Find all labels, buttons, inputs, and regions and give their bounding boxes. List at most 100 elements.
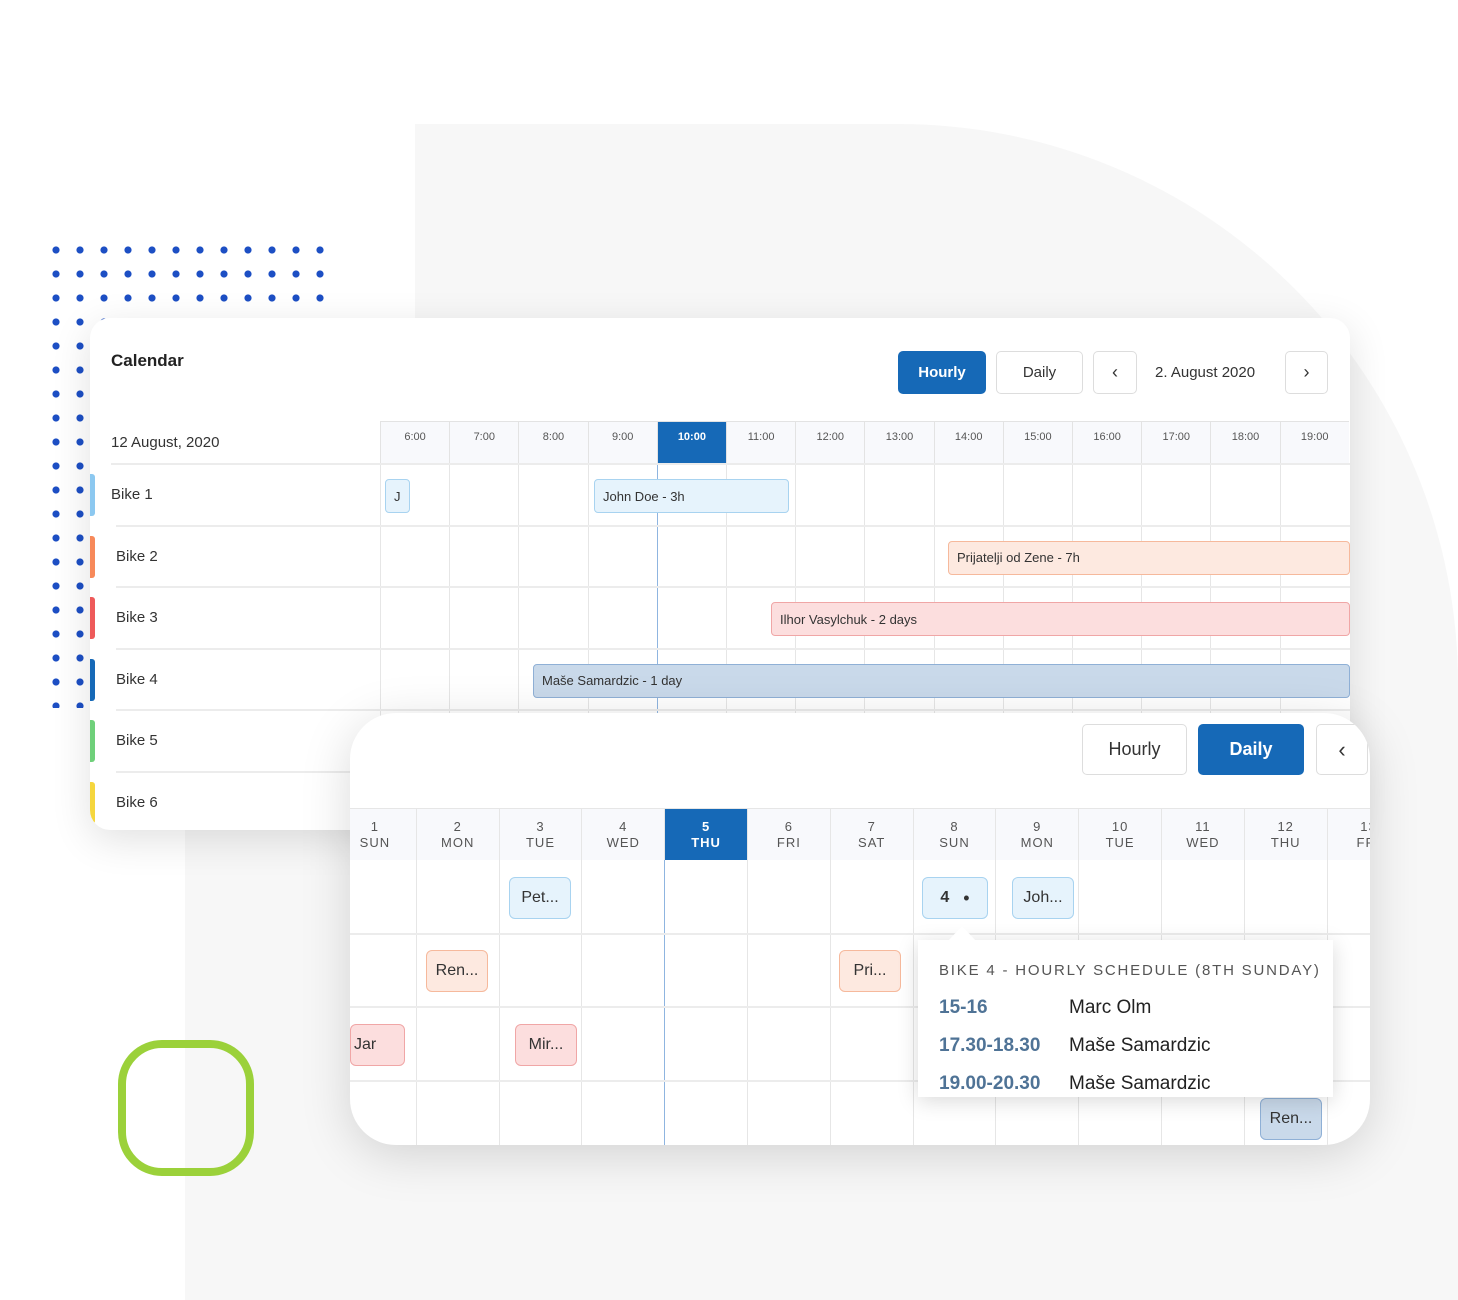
day-event[interactable]: Joh...	[1012, 877, 1074, 919]
day-event[interactable]: Pri...	[839, 950, 901, 992]
entry-time: 15-16	[939, 997, 988, 1018]
day-number: 8	[950, 819, 959, 834]
day-event[interactable]: 4 •	[922, 877, 988, 919]
daily-view-button[interactable]: Daily	[996, 351, 1083, 394]
day-of-week: SUN	[939, 835, 970, 850]
day-header-12[interactable]: 12 THU	[1243, 808, 1327, 860]
day-of-week: THU	[691, 835, 721, 850]
day-header-6[interactable]: 6 FRI	[747, 808, 830, 860]
day-number: 9	[1033, 819, 1042, 834]
booking-event[interactable]: John Doe - 3h	[594, 479, 789, 513]
next-period-button[interactable]: ›	[1285, 351, 1328, 394]
chevron-left-icon: ‹	[1338, 736, 1346, 762]
day-event[interactable]: Jar	[350, 1024, 405, 1066]
prev-period-button[interactable]: ‹	[1316, 724, 1368, 775]
day-number: 6	[784, 819, 794, 834]
hour-header-11:00: 11:00	[726, 421, 796, 464]
grid-line	[581, 860, 583, 1145]
day-header-5[interactable]: 5 THU	[664, 808, 747, 860]
day-event[interactable]: Ren...	[1260, 1098, 1322, 1140]
day-header-10[interactable]: 10 TUE	[1078, 808, 1161, 860]
row-label-bike-6[interactable]: Bike 6	[116, 794, 158, 811]
day-of-week: FRI	[776, 835, 801, 850]
day-of-week: MON	[1020, 835, 1054, 850]
booking-event[interactable]: Maše Samardzic - 1 day	[533, 663, 1350, 698]
day-number: 1	[370, 819, 380, 834]
day-header-4[interactable]: 4 WED	[581, 808, 665, 860]
row-color-indicator	[90, 720, 95, 762]
chevron-right-icon: ›	[1303, 362, 1310, 382]
row-label-bike-3[interactable]: Bike 3	[116, 609, 158, 626]
day-of-week: WED	[1186, 835, 1220, 850]
hourly-view-button[interactable]: Hourly	[1082, 724, 1187, 775]
schedule-entry: 19.00-20.30 Maše Samardzic	[939, 1065, 1333, 1103]
row-label-bike-4[interactable]: Bike 4	[116, 671, 158, 688]
hourly-view-button[interactable]: Hourly	[898, 351, 986, 394]
day-event[interactable]: Pet...	[509, 877, 571, 919]
entry-name: Marc Olm	[1069, 997, 1152, 1018]
row-divider	[116, 524, 1350, 527]
hour-header-6:00: 6:00	[380, 421, 450, 464]
hour-header-13:00: 13:00	[864, 421, 934, 464]
row-divider	[116, 647, 1350, 650]
day-of-week: FRI	[1356, 835, 1370, 850]
event-label: 4	[940, 889, 950, 906]
day-number: 2	[453, 819, 462, 834]
grid-line	[747, 860, 748, 1145]
row-label-bike-5[interactable]: Bike 5	[116, 732, 158, 749]
schedule-tooltip: BIKE 4 - HOURLY SCHEDULE (8TH SUNDAY) 15…	[918, 926, 1333, 1097]
day-header-11[interactable]: 11 WED	[1161, 808, 1244, 860]
grid-line	[912, 860, 914, 1145]
hour-header-7:00: 7:00	[449, 421, 519, 464]
row-color-indicator	[90, 474, 95, 516]
calendar-title: Calendar	[111, 351, 184, 370]
entry-name: Maše Samardzic	[1069, 1035, 1211, 1056]
day-header-7[interactable]: 7 SAT	[829, 808, 913, 860]
day-header-3[interactable]: 3 TUE	[498, 808, 582, 860]
hour-header-15:00: 15:00	[1002, 421, 1072, 464]
row-divider	[111, 463, 1350, 465]
entry-time: 17.30-18.30	[939, 1035, 1041, 1056]
event-label: Mir...	[528, 1036, 564, 1053]
rounded-square-decoration	[118, 1040, 254, 1176]
hour-header-14:00: 14:00	[933, 421, 1003, 464]
day-header-8[interactable]: 8 SUN	[912, 808, 996, 860]
row-divider	[116, 709, 1350, 711]
hour-header-18:00: 18:00	[1210, 421, 1280, 464]
day-number: 13	[1360, 819, 1370, 834]
day-of-week: WED	[606, 835, 640, 850]
day-header-1[interactable]: 1 SUN	[350, 808, 416, 860]
booking-event[interactable]: J	[385, 479, 410, 513]
day-event[interactable]: Ren...	[426, 950, 488, 992]
schedule-entry: 15-16 Marc Olm	[939, 989, 1333, 1027]
day-event[interactable]: Mir...	[515, 1024, 577, 1066]
entry-time: 19.00-20.30	[939, 1073, 1041, 1094]
day-number: 12	[1277, 819, 1294, 834]
tooltip-title: BIKE 4 - HOURLY SCHEDULE (8TH SUNDAY)	[939, 962, 1321, 979]
row-label-bike-1[interactable]: Bike 1	[111, 486, 153, 503]
day-header-2[interactable]: 2 MON	[415, 808, 499, 860]
event-label: Ren...	[435, 962, 479, 979]
row-color-indicator	[90, 535, 95, 578]
day-of-week: TUE	[1105, 835, 1135, 850]
day-header-13[interactable]: 13FRI	[1326, 808, 1370, 860]
booking-event[interactable]: Ilhor Vasylchuk - 2 days	[771, 602, 1350, 636]
day-of-week: MON	[441, 835, 475, 850]
day-header-9[interactable]: 9 MON	[995, 808, 1079, 860]
day-number: 3	[536, 819, 545, 834]
day-number: 5	[701, 819, 711, 834]
day-of-week: SAT	[858, 835, 886, 850]
prev-period-button[interactable]: ‹	[1093, 351, 1137, 394]
entry-name: Maše Samardzic	[1069, 1073, 1211, 1094]
hour-header-16:00: 16:00	[1072, 421, 1142, 464]
event-label: Joh...	[1023, 889, 1063, 906]
date-label: 12 August, 2020	[111, 434, 220, 451]
hour-header-17:00: 17:00	[1141, 421, 1211, 464]
hour-header-19:00: 19:00	[1279, 421, 1349, 464]
booking-event[interactable]: Prijatelji od Zene - 7h	[948, 540, 1350, 575]
schedule-entry: 17.30-18.30 Maše Samardzic	[939, 1027, 1333, 1065]
row-color-indicator	[90, 658, 95, 701]
daily-view-button[interactable]: Daily	[1198, 724, 1304, 775]
more-events-dot-icon: •	[963, 887, 970, 908]
row-label-bike-2[interactable]: Bike 2	[116, 548, 158, 565]
